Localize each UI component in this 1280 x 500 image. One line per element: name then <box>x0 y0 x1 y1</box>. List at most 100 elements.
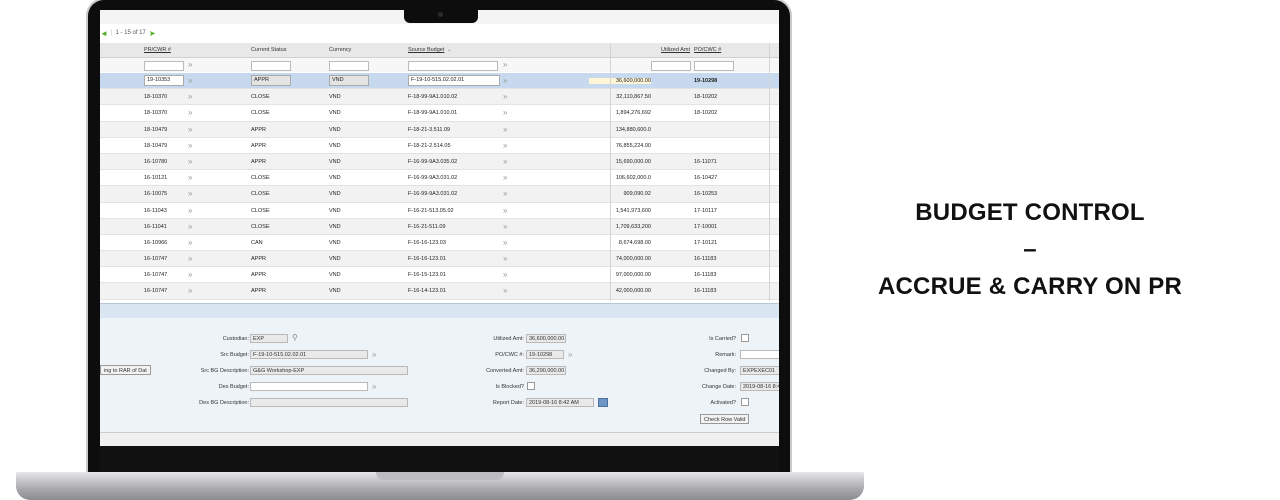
calendar-icon[interactable] <box>598 398 608 407</box>
row-pr-go-icon[interactable]: » <box>188 287 192 295</box>
laptop-base-notch <box>376 472 504 480</box>
cell-currency[interactable]: VND <box>329 75 369 86</box>
row-budget-go-icon[interactable]: » <box>503 190 507 198</box>
cell-utilized: 42,000,000.00 <box>615 288 651 295</box>
row-budget-go-icon[interactable]: » <box>503 174 507 182</box>
row-budget-go-icon[interactable]: » <box>503 93 507 101</box>
table-row[interactable]: 18-10370 CLOSE VND F-18-99-9A1.010.01 1,894,… <box>100 105 779 122</box>
table-row[interactable]: 16-10747 APPR VND F-16-16-123.01 74,000,000.… <box>100 251 779 268</box>
des-budget-field[interactable] <box>250 382 368 391</box>
next-page-icon[interactable]: ➤ <box>149 29 156 38</box>
table-row[interactable]: 19-10353 APPR VND F-19-10-515.02.02.01 36,60… <box>100 73 779 90</box>
blocked-checkbox[interactable] <box>527 382 535 390</box>
table-row[interactable]: 16-10121 CLOSE VND F-16-99-9A3.031.02 106,60… <box>100 170 779 187</box>
search-icon[interactable]: ⚲ <box>292 333 298 342</box>
check-row-valid-button[interactable]: Check Row Valid <box>700 414 750 424</box>
table-row[interactable]: 18-10370 CLOSE VND F-18-99-9A1.010.02 32,110… <box>100 89 779 106</box>
table-row[interactable]: 16-10780 APPR VND F-16-99-9A3.035.02 15,690,… <box>100 153 779 171</box>
col-po[interactable]: PO/CWC # <box>694 47 721 53</box>
utilized-field[interactable]: 36,600,000.00 <box>526 334 566 343</box>
po-go-icon[interactable]: » <box>568 351 572 359</box>
cell-utilized: 1,709,633,200 <box>615 223 651 230</box>
carried-checkbox[interactable] <box>741 334 749 342</box>
row-pr-go-icon[interactable]: » <box>188 93 192 101</box>
filter-pr-input[interactable] <box>144 61 184 71</box>
row-pr-go-icon[interactable]: » <box>188 109 192 117</box>
row-pr-go-icon[interactable]: » <box>188 222 192 231</box>
row-pr-go-icon[interactable]: » <box>188 206 192 215</box>
row-budget-go-icon[interactable]: » <box>503 77 507 85</box>
table-body: 19-10353 APPR VND F-19-10-515.02.02.01 36,60… <box>100 73 779 316</box>
table-row[interactable]: 18-10479 APPR VND F-18-21-3.511.09 134,880,6… <box>100 121 779 138</box>
col-utilized[interactable]: Utilized Amt <box>661 47 690 53</box>
table-row[interactable]: 16-11041 CLOSE VND F-16-21-511.09 1,709,633,… <box>100 218 779 235</box>
prev-page-icon[interactable]: ◄ <box>100 29 108 38</box>
cell-currency: VND <box>329 94 341 101</box>
changed-by-field[interactable]: EXPEXEC01 <box>740 366 779 375</box>
cell-status: APPR <box>251 158 266 165</box>
rar-button[interactable]: ing to RAR of Dat <box>100 365 151 375</box>
converted-field[interactable]: 36,290,000.00 <box>526 366 566 375</box>
report-date-field[interactable]: 2019-08-16 8:42 AM <box>526 398 594 407</box>
table-row[interactable]: 16-10966 CAN VND F-16-16-123.03 8,674,698.00… <box>100 235 779 252</box>
cell-status[interactable]: APPR <box>251 75 291 86</box>
cell-budget: F-16-99-9A3.035.02 <box>408 158 458 165</box>
col-source-budget[interactable]: Source Budget <box>408 47 444 53</box>
row-budget-go-icon[interactable]: » <box>503 141 507 150</box>
filter-utilized-input[interactable] <box>651 61 691 71</box>
cell-status: APPR <box>251 126 266 133</box>
row-pr-go-icon[interactable]: » <box>188 238 192 247</box>
des-desc-field[interactable] <box>250 398 408 407</box>
filter-currency-input[interactable] <box>329 61 369 71</box>
row-budget-go-icon[interactable]: » <box>503 287 507 295</box>
table-row[interactable]: 16-10075 CLOSE VND F-16-99-9A3.031.02 909,09… <box>100 186 779 203</box>
cell-budget: F-18-99-9A1.010.02 <box>408 94 458 101</box>
row-pr-go-icon[interactable]: » <box>188 77 192 85</box>
detail-band <box>100 303 779 318</box>
row-pr-go-icon[interactable]: » <box>188 271 192 279</box>
cell-pr[interactable]: 19-10353 <box>144 75 184 86</box>
row-pr-go-icon[interactable]: » <box>188 125 192 134</box>
src-budget-field[interactable]: F-19-10-515.02.02.01 <box>250 350 368 359</box>
des-budget-go-icon[interactable]: » <box>372 383 376 391</box>
col-currency[interactable]: Currency <box>329 47 351 53</box>
cell-utilized: 76,855,224.00 <box>615 142 651 149</box>
row-pr-go-icon[interactable]: » <box>188 255 192 263</box>
cell-budget[interactable]: F-19-10-515.02.02.01 <box>408 75 500 86</box>
row-pr-go-icon[interactable]: » <box>188 141 192 150</box>
filter-budget-input[interactable] <box>408 61 498 71</box>
table-row[interactable]: 16-11043 CLOSE VND F-16-21-513.05.02 1,541,9… <box>100 203 779 219</box>
col-status[interactable]: Current Status <box>251 47 286 53</box>
row-budget-go-icon[interactable]: » <box>503 157 507 166</box>
src-desc-field[interactable]: G&G Workshop-EXP <box>250 366 408 375</box>
des-budget-label: Des Budget: <box>218 384 249 390</box>
cell-pr: 16-10780 <box>144 158 168 165</box>
table-row[interactable]: 18-10479 APPR VND F-18-21-2.514.05 76,855,22… <box>100 138 779 154</box>
col-pr[interactable]: PR/CWR # <box>144 47 171 53</box>
row-pr-go-icon[interactable]: » <box>188 174 192 182</box>
row-pr-go-icon[interactable]: » <box>188 190 192 198</box>
filter-po-input[interactable] <box>694 61 734 71</box>
change-date-field[interactable]: 2019-08-16 8:4 <box>740 382 779 391</box>
filter-status-input[interactable] <box>251 61 291 71</box>
row-budget-go-icon[interactable]: » <box>503 238 507 247</box>
table-row[interactable]: 16-10747 APPR VND F-16-15-123.01 97,000,000.… <box>100 267 779 284</box>
filter-budget-go-icon[interactable]: » <box>503 61 507 69</box>
row-budget-go-icon[interactable]: » <box>503 109 507 117</box>
row-pr-go-icon[interactable]: » <box>188 157 192 166</box>
filter-pr-go-icon[interactable]: » <box>188 61 192 69</box>
po-field[interactable]: 19-10298 <box>526 350 564 359</box>
remark-field[interactable] <box>740 350 779 359</box>
activated-checkbox[interactable] <box>741 398 749 406</box>
custodian-field[interactable]: EXP <box>250 334 288 343</box>
row-budget-go-icon[interactable]: » <box>503 271 507 279</box>
table-row[interactable]: 16-10747 APPR VND F-16-14-123.01 42,000,000.… <box>100 283 779 300</box>
row-budget-go-icon[interactable]: » <box>503 206 507 215</box>
row-budget-go-icon[interactable]: » <box>503 125 507 134</box>
cell-po: 16-11183 <box>694 272 717 279</box>
row-budget-go-icon[interactable]: » <box>503 222 507 231</box>
row-budget-go-icon[interactable]: » <box>503 255 507 263</box>
src-budget-go-icon[interactable]: » <box>372 351 376 359</box>
cell-utilized: 134,880,600.0 <box>615 126 651 133</box>
cell-po: 18-10202 <box>694 110 718 117</box>
